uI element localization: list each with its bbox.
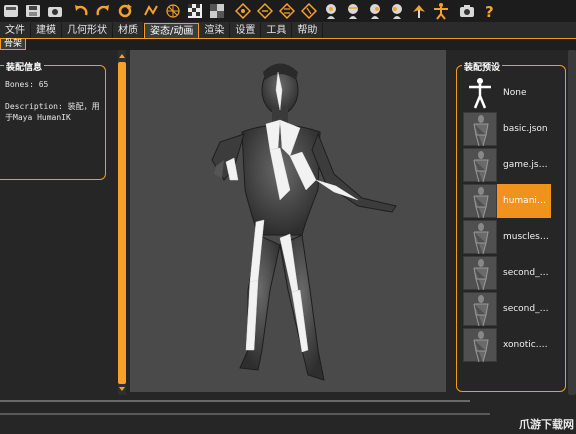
undo-icon[interactable]	[70, 1, 92, 21]
left-scrollbar[interactable]	[118, 50, 126, 395]
watermark: 爪游下载网	[519, 418, 574, 431]
preset-label: xonotic.json	[503, 340, 549, 350]
tab-materials[interactable]: 材质	[113, 23, 144, 38]
bones-count: Bones: 65	[5, 80, 49, 89]
right-view-icon[interactable]	[298, 1, 320, 21]
preset-thumbnail	[463, 292, 497, 327]
preset-label: muscles.json	[503, 232, 549, 242]
rig-presets-title: 装配预设	[462, 60, 503, 73]
wireframe-icon[interactable]	[162, 1, 184, 21]
description-line-2: 于Maya HumanIK	[5, 113, 71, 122]
smooth-icon[interactable]	[140, 1, 162, 21]
scroll-down-arrow-icon[interactable]	[119, 387, 125, 391]
preset-label: game.json	[503, 160, 549, 170]
preset-thumbnail	[463, 148, 497, 183]
preset-label: humanik.json	[503, 196, 549, 206]
scroll-up-arrow-icon[interactable]	[119, 54, 125, 58]
reset-camera-icon[interactable]	[364, 1, 386, 21]
background-icon[interactable]	[206, 1, 228, 21]
toolbar: ?	[0, 0, 576, 22]
subtab-skeleton[interactable]: 骨架	[0, 39, 27, 50]
left-scroll-thumb[interactable]	[118, 62, 126, 384]
symmetry-icon[interactable]	[386, 1, 408, 21]
left-view-icon[interactable]	[276, 1, 298, 21]
preset-thumbnail	[463, 184, 497, 219]
save-icon[interactable]	[22, 1, 44, 21]
tab-settings[interactable]: 设置	[230, 23, 262, 38]
preset-game[interactable]: game.json	[463, 148, 551, 183]
preset-thumbnail	[463, 220, 497, 255]
redo-icon[interactable]	[92, 1, 114, 21]
tab-file[interactable]: 文件	[0, 23, 31, 38]
bottom-view-icon[interactable]	[342, 1, 364, 21]
help-icon[interactable]: ?	[478, 1, 500, 21]
menu-bar: 文件 建模 几何形状 材质 姿态/动画 渲染 设置 工具 帮助	[0, 22, 576, 38]
preset-thumbnail	[463, 328, 497, 363]
tab-help[interactable]: 帮助	[292, 23, 324, 38]
tab-geometries[interactable]: 几何形状	[62, 23, 113, 38]
none-figure-icon	[463, 76, 497, 110]
status-area: 爪游下载网	[0, 395, 576, 434]
pose-icon[interactable]	[408, 1, 430, 21]
texture-icon[interactable]	[184, 1, 206, 21]
preset-label: basic.json	[503, 124, 548, 134]
human-figure-icon[interactable]	[430, 1, 452, 21]
preset-thumbnail	[463, 256, 497, 291]
human-model	[211, 63, 397, 381]
reset-icon[interactable]	[114, 1, 136, 21]
right-panel-scrollbar[interactable]	[568, 50, 576, 395]
preset-second-life-bento[interactable]: second_life_bento.json	[463, 292, 551, 327]
preset-label: None	[503, 88, 527, 98]
left-panel: 装配信息 Bones: 65 Description: 装配，用 于Maya H…	[0, 50, 118, 395]
preset-none[interactable]: None	[463, 76, 551, 110]
divider	[0, 400, 470, 402]
tab-rendering[interactable]: 渲染	[199, 23, 231, 38]
tab-utilities[interactable]: 工具	[261, 23, 293, 38]
back-view-icon[interactable]	[254, 1, 276, 21]
svg-text:?: ?	[485, 3, 494, 19]
divider	[0, 413, 490, 415]
preset-second-life[interactable]: second_life.json	[463, 256, 551, 291]
description-line-1: Description: 装配，用	[5, 102, 100, 111]
preset-label: second_life.json	[503, 268, 549, 278]
right-scroll-thumb[interactable]	[568, 50, 576, 395]
rig-info-title: 装配信息	[4, 60, 45, 73]
right-panel: 装配预设 None basic.json game.json humanik.j…	[446, 50, 576, 395]
subtab-bar: 骨架	[0, 38, 576, 50]
undo-stack-icon[interactable]	[0, 1, 22, 21]
top-view-icon[interactable]	[320, 1, 342, 21]
preset-muscles[interactable]: muscles.json	[463, 220, 551, 255]
3d-viewport[interactable]	[130, 50, 446, 392]
preset-basic[interactable]: basic.json	[463, 112, 551, 147]
screenshot-icon[interactable]	[44, 1, 66, 21]
tab-modelling[interactable]: 建模	[31, 23, 62, 38]
tab-pose-animate[interactable]: 姿态/动画	[144, 23, 200, 38]
preset-xonotic[interactable]: xonotic.json	[463, 328, 551, 363]
preset-thumbnail	[463, 112, 497, 147]
front-view-icon[interactable]	[232, 1, 254, 21]
snapshot-icon[interactable]	[456, 1, 478, 21]
preset-label: second_life_bento.json	[503, 304, 549, 314]
preset-humanik[interactable]: humanik.json	[463, 184, 551, 219]
